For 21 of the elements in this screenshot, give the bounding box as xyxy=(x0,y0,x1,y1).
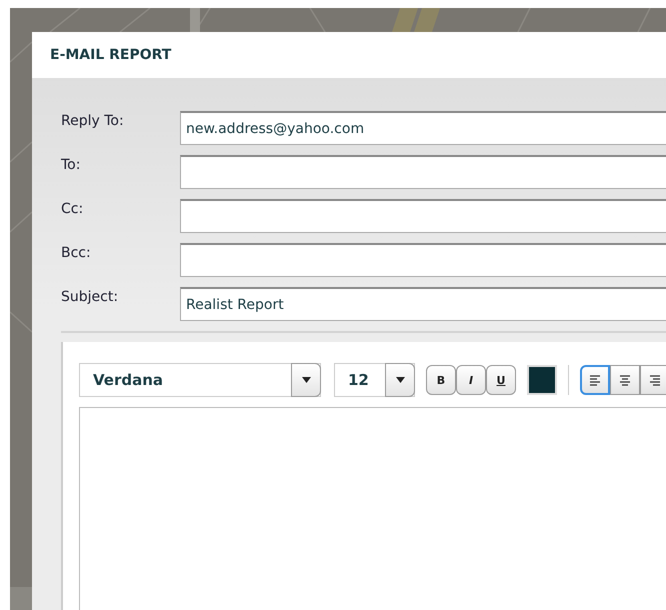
field-label: To: xyxy=(61,156,82,173)
input-field[interactable] xyxy=(180,243,666,277)
input-field[interactable]: new.address@yahoo.com xyxy=(180,111,666,145)
style-button[interactable]: B xyxy=(426,365,456,395)
align-left-button[interactable] xyxy=(580,365,610,395)
input-field[interactable]: Realist Report xyxy=(180,287,666,321)
text-color-button[interactable] xyxy=(527,365,557,395)
align-right-icon xyxy=(650,374,660,386)
dialog-title: E-MAIL REPORT xyxy=(50,47,172,63)
field-label: Reply To: xyxy=(61,112,125,129)
align-center-icon xyxy=(620,374,630,386)
style-button[interactable]: U xyxy=(486,365,516,395)
style-button[interactable]: I xyxy=(456,365,486,395)
field-label: Cc: xyxy=(61,200,84,217)
align-left-icon xyxy=(590,374,600,386)
input-field[interactable] xyxy=(180,155,666,189)
align-center-button[interactable] xyxy=(610,365,640,395)
field-label: Bcc: xyxy=(61,244,92,261)
field-label: Subject: xyxy=(61,288,120,305)
input-field[interactable] xyxy=(180,199,666,233)
align-right-button[interactable] xyxy=(640,365,666,395)
